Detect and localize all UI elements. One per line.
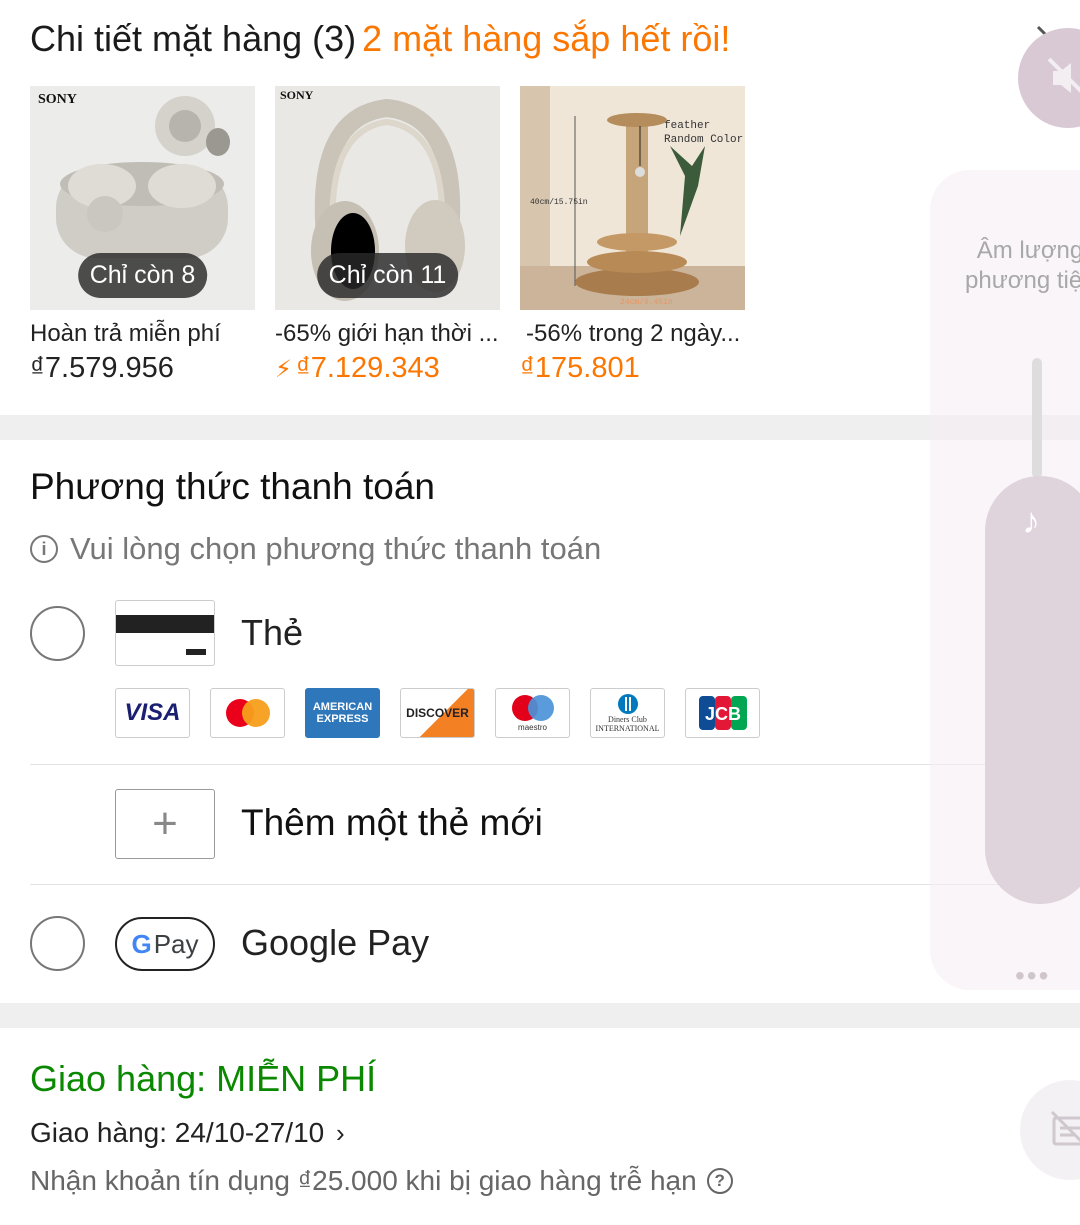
- question-icon[interactable]: ?: [706, 1168, 733, 1194]
- cat-tree-width-text: 24cm/9.45in: [620, 298, 673, 307]
- cat-tree-image: 40cm/15.75in feather Random Color 24cm/9…: [520, 86, 745, 310]
- google-pay-label[interactable]: Google Pay: [241, 922, 429, 964]
- discover-logo: DISCOVER: [400, 688, 475, 738]
- mute-icon: [1047, 57, 1080, 93]
- product-image-earbuds[interactable]: SONY Chỉ còn 8: [30, 86, 255, 310]
- mastercard-logo: [210, 688, 285, 738]
- jcb-logo: JCB: [685, 688, 760, 738]
- section-divider: [0, 415, 1080, 440]
- product-brand-1: SONY: [38, 92, 77, 107]
- product-promo: -56% trong 2 ngày...: [526, 320, 741, 347]
- payment-hint-text: Vui lòng chọn phương thức thanh toán: [70, 531, 602, 566]
- music-note-icon: ♪: [1022, 500, 1040, 541]
- product-image-cat-tree[interactable]: 40cm/15.75in feather Random Color 24cm/9…: [520, 86, 745, 310]
- add-card-label[interactable]: Thêm một thẻ mới: [241, 802, 543, 844]
- volume-label: Âm lượng phương tiện: [965, 237, 1080, 294]
- items-title-text: Chi tiết mặt hàng (3): [30, 18, 357, 59]
- google-pay-logo: G Pay: [115, 917, 215, 971]
- cat-tree-feather-text: feather: [664, 120, 710, 132]
- chevron-right-icon: ›: [336, 1118, 345, 1148]
- credit-card-icon: [115, 600, 215, 666]
- stock-badge: Chỉ còn 8: [77, 253, 208, 298]
- product-brand-2: SONY: [280, 88, 314, 102]
- divider: [30, 764, 1050, 765]
- divider: [30, 884, 1050, 885]
- cat-tree-color-text: Random Color: [664, 134, 743, 146]
- product-card-1[interactable]: SONY Chỉ còn 8 Hoàn trả miễn phí ₫7.579.…: [30, 86, 255, 384]
- low-stock-warning: 2 mặt hàng sắp hết rồi!: [362, 18, 731, 59]
- shipping-date[interactable]: Giao hàng: 24/10-27/10 ›: [30, 1117, 345, 1149]
- visa-logo: VISA: [115, 688, 190, 738]
- google-pay-radio[interactable]: [30, 916, 85, 971]
- product-price: ⚡ ₫7.129.343: [275, 352, 440, 385]
- cat-tree-height-text: 40cm/15.75in: [530, 198, 588, 207]
- more-options-icon[interactable]: •••: [1015, 960, 1050, 992]
- payment-title: Phương thức thanh toán: [30, 466, 436, 507]
- product-promo: -65% giới hạn thời ...: [275, 320, 499, 347]
- info-icon: i: [30, 535, 58, 563]
- amex-logo: AMERICAN EXPRESS: [305, 688, 380, 738]
- diners-club-logo: Diners Club INTERNATIONAL: [590, 688, 665, 738]
- late-delivery-credit: Nhận khoản tín dụng ₫25.000 khi bị giao …: [30, 1165, 733, 1197]
- card-label[interactable]: Thẻ: [241, 612, 303, 654]
- product-image-headphones[interactable]: SONY Chỉ còn 11: [275, 86, 500, 310]
- product-card-2[interactable]: SONY Chỉ còn 11 -65% giới hạn thời ... ⚡…: [275, 86, 500, 384]
- product-card-3[interactable]: 40cm/15.75in feather Random Color 24cm/9…: [520, 86, 745, 384]
- stock-badge: Chỉ còn 11: [316, 253, 459, 298]
- flash-icon: ⚡: [275, 356, 292, 383]
- volume-track[interactable]: [1032, 358, 1042, 478]
- product-promo: Hoàn trả miễn phí: [30, 320, 221, 347]
- product-price: ₫175.801: [520, 352, 640, 384]
- payment-hint: i Vui lòng chọn phương thức thanh toán: [30, 531, 601, 567]
- card-radio[interactable]: [30, 606, 85, 661]
- maestro-logo: maestro: [495, 688, 570, 738]
- items-section: Chi tiết mặt hàng (3) 2 mặt hàng sắp hết …: [0, 0, 1080, 415]
- section-divider: [0, 1003, 1080, 1028]
- product-price-value: ₫7.129.343: [295, 352, 440, 384]
- add-card-button[interactable]: +: [115, 789, 215, 859]
- shipping-title: Giao hàng: MIỄN PHÍ: [30, 1058, 377, 1099]
- svg-text:JCB: JCB: [704, 704, 740, 724]
- product-price: ₫7.579.956: [30, 352, 174, 384]
- caption-icon: [1050, 1110, 1080, 1146]
- items-title: Chi tiết mặt hàng (3) 2 mặt hàng sắp hết …: [30, 18, 730, 60]
